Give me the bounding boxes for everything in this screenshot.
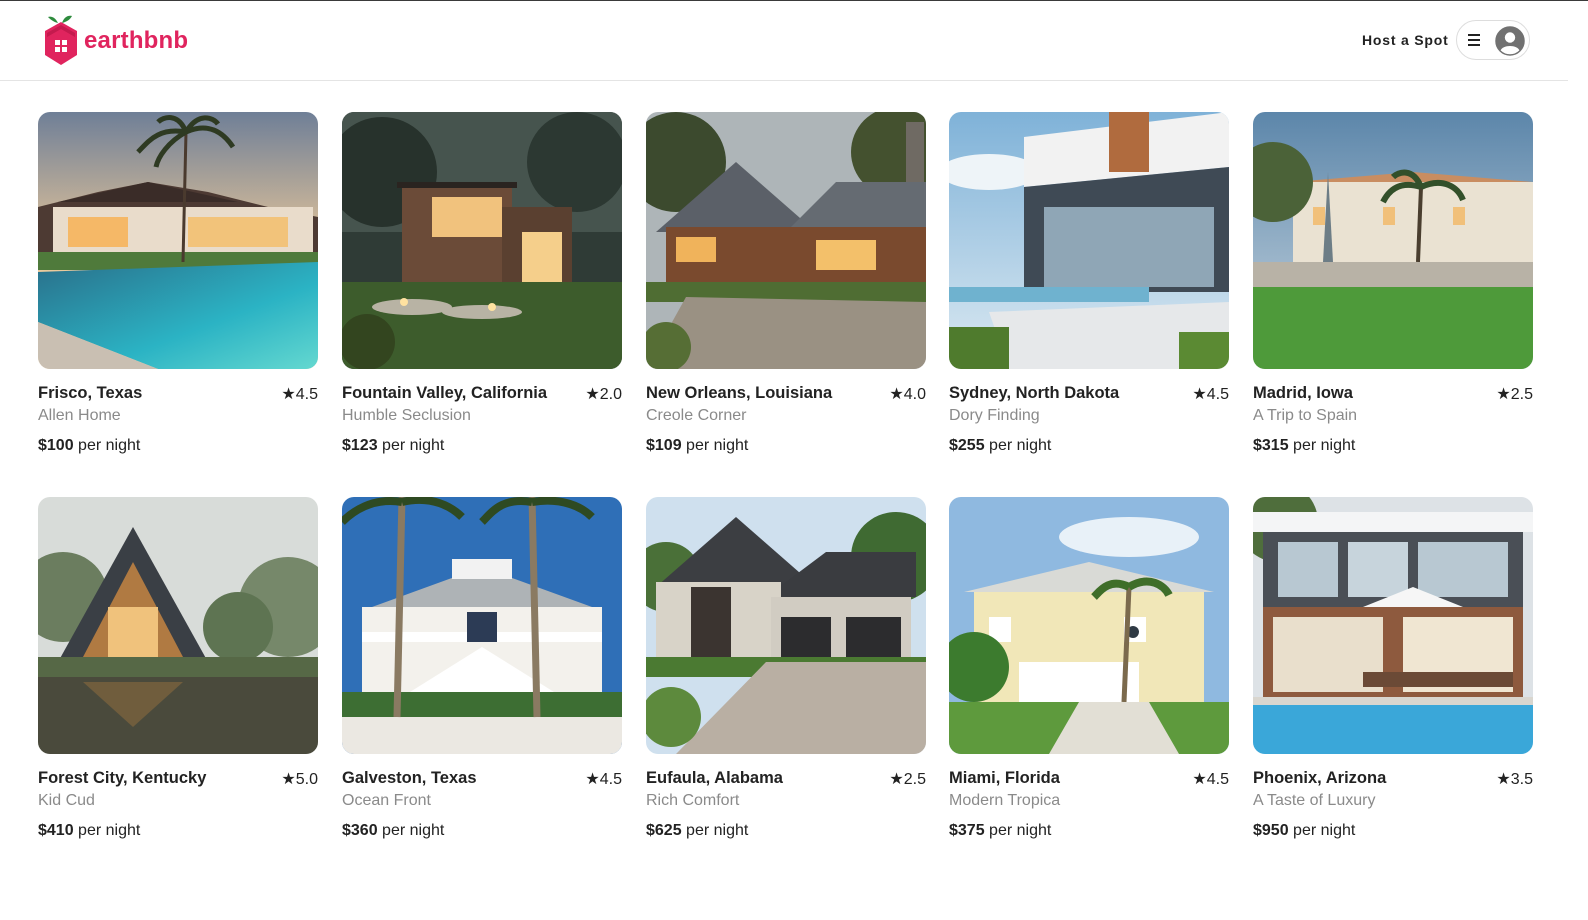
listing-name: Dory Finding [949,407,1040,424]
star-icon: ★ [1192,386,1207,403]
listing-card[interactable]: Sydney, North Dakota ★4.5 Dory Finding $… [949,112,1229,464]
listing-price: $123 per night [342,437,445,454]
listing-location: Galveston, Texas [342,769,477,787]
star-icon: ★ [1496,771,1511,788]
listings-grid: Frisco, Texas ★4.5 Allen Home $100 per n… [0,0,1588,920]
listing-card[interactable]: Eufaula, Alabama ★2.5 Rich Comfort $625 … [646,497,926,849]
listing-price: $410 per night [38,822,141,839]
listing-card[interactable]: Fountain Valley, California ★2.0 Humble … [342,112,622,464]
listing-location: Fountain Valley, California [342,384,548,402]
listing-price: $315 per night [1253,437,1356,454]
star-icon: ★ [889,771,904,788]
listing-rating: ★5.0 [281,771,318,788]
listing-rating: ★2.5 [889,771,926,788]
listing-photo[interactable] [646,497,926,754]
listing-name: Humble Seclusion [342,407,471,424]
listing-card[interactable]: Miami, Florida ★4.5 Modern Tropica $375 … [949,497,1229,849]
listing-name: Modern Tropica [949,792,1061,809]
star-icon: ★ [1496,386,1511,403]
listing-card[interactable]: Frisco, Texas ★4.5 Allen Home $100 per n… [38,112,318,464]
star-icon: ★ [1192,771,1207,788]
listing-price: $255 per night [949,437,1052,454]
listing-location: Miami, Florida [949,769,1060,787]
listing-card[interactable]: Madrid, Iowa ★2.5 A Trip to Spain $315 p… [1253,112,1533,464]
listing-rating: ★3.5 [1496,771,1533,788]
star-icon: ★ [585,386,600,403]
star-icon: ★ [281,386,296,403]
listing-name: Creole Corner [646,407,747,424]
listing-photo[interactable] [646,112,926,369]
listing-rating: ★4.5 [281,386,318,403]
listing-rating: ★4.5 [585,771,622,788]
listing-photo[interactable] [949,112,1229,369]
listing-rating: ★2.5 [1496,386,1533,403]
listing-photo[interactable] [1253,497,1533,754]
listing-name: A Taste of Luxury [1253,792,1376,809]
listing-name: A Trip to Spain [1253,407,1358,424]
listing-price: $625 per night [646,822,749,839]
listing-price: $100 per night [38,437,141,454]
listing-photo[interactable] [342,497,622,754]
listing-photo[interactable] [949,497,1229,754]
listing-location: Eufaula, Alabama [646,769,783,787]
listing-card[interactable]: Forest City, Kentucky ★5.0 Kid Cud $410 … [38,497,318,849]
listing-photo[interactable] [1253,112,1533,369]
listing-photo[interactable] [38,497,318,754]
listing-location: Madrid, Iowa [1253,384,1353,402]
listing-card[interactable]: New Orleans, Louisiana ★4.0 Creole Corne… [646,112,926,464]
listing-rating: ★4.0 [889,386,926,403]
star-icon: ★ [585,771,600,788]
listing-price: $109 per night [646,437,749,454]
listing-card[interactable]: Galveston, Texas ★4.5 Ocean Front $360 p… [342,497,622,849]
listing-location: Forest City, Kentucky [38,769,207,787]
listing-location: New Orleans, Louisiana [646,384,833,402]
listing-rating: ★4.5 [1192,771,1229,788]
listing-rating: ★2.0 [585,386,622,403]
listing-name: Allen Home [38,407,121,424]
listing-name: Ocean Front [342,792,431,809]
listing-card[interactable]: Phoenix, Arizona ★3.5 A Taste of Luxury … [1253,497,1533,849]
listing-photo[interactable] [38,112,318,369]
listing-price: $360 per night [342,822,445,839]
star-icon: ★ [889,386,904,403]
listing-price: $950 per night [1253,822,1356,839]
listing-location: Phoenix, Arizona [1253,769,1387,787]
listing-price: $375 per night [949,822,1052,839]
star-icon: ★ [281,771,296,788]
listing-name: Rich Comfort [646,792,740,809]
listing-location: Frisco, Texas [38,384,143,402]
listing-photo[interactable] [342,112,622,369]
listing-location: Sydney, North Dakota [949,384,1120,402]
listing-name: Kid Cud [38,792,95,809]
listing-rating: ★4.5 [1192,386,1229,403]
